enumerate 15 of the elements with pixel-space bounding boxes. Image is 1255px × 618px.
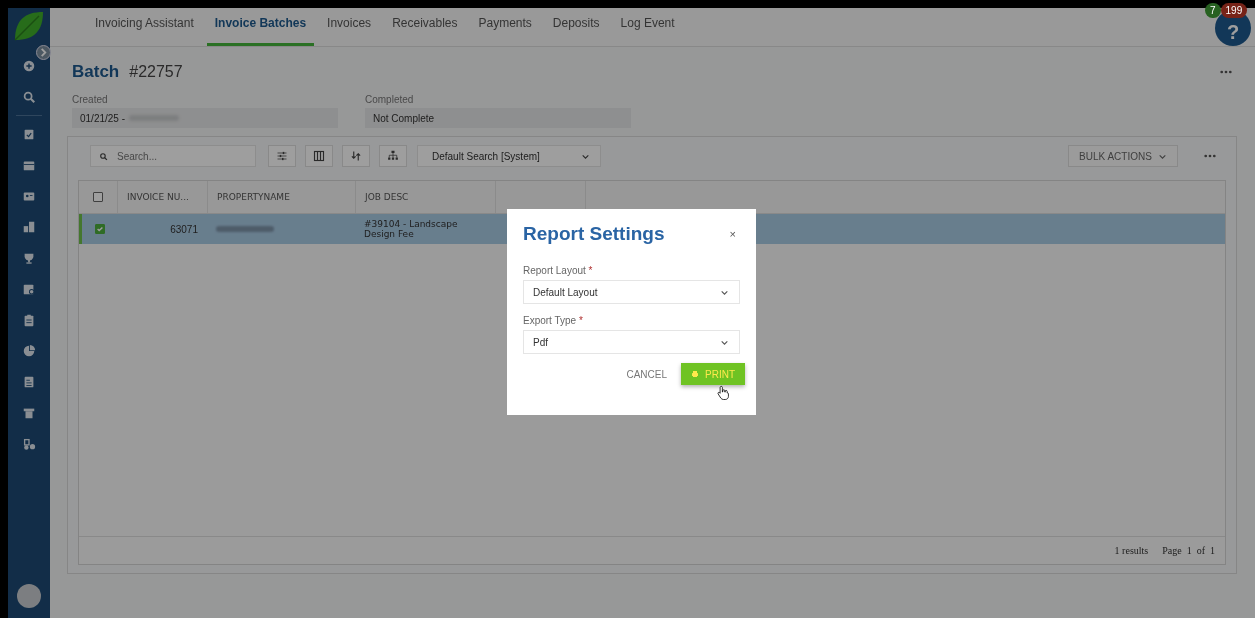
batch-number: #22757: [129, 63, 183, 81]
results-count: 1 results: [1114, 545, 1149, 556]
notification-badge: 7: [1205, 3, 1221, 18]
readonly-field: Not Complete: [365, 108, 631, 128]
notification-badge: 199: [1220, 3, 1248, 18]
field-label: Created: [72, 94, 109, 105]
field-label: Export Type *: [523, 315, 584, 326]
page-indicator: Page 1 of 1: [1162, 545, 1215, 556]
field-label: Report Layout *: [523, 265, 594, 276]
table-cell: 63071: [170, 223, 198, 235]
table-cell-text: #39104 - Landscape Design Fee: [364, 219, 459, 239]
field-label: Completed: [365, 94, 415, 105]
batch-label: Batch: [72, 62, 120, 82]
dialog-title: Report Settings: [523, 223, 665, 245]
readonly-field: 01/21/25 -: [72, 108, 338, 128]
